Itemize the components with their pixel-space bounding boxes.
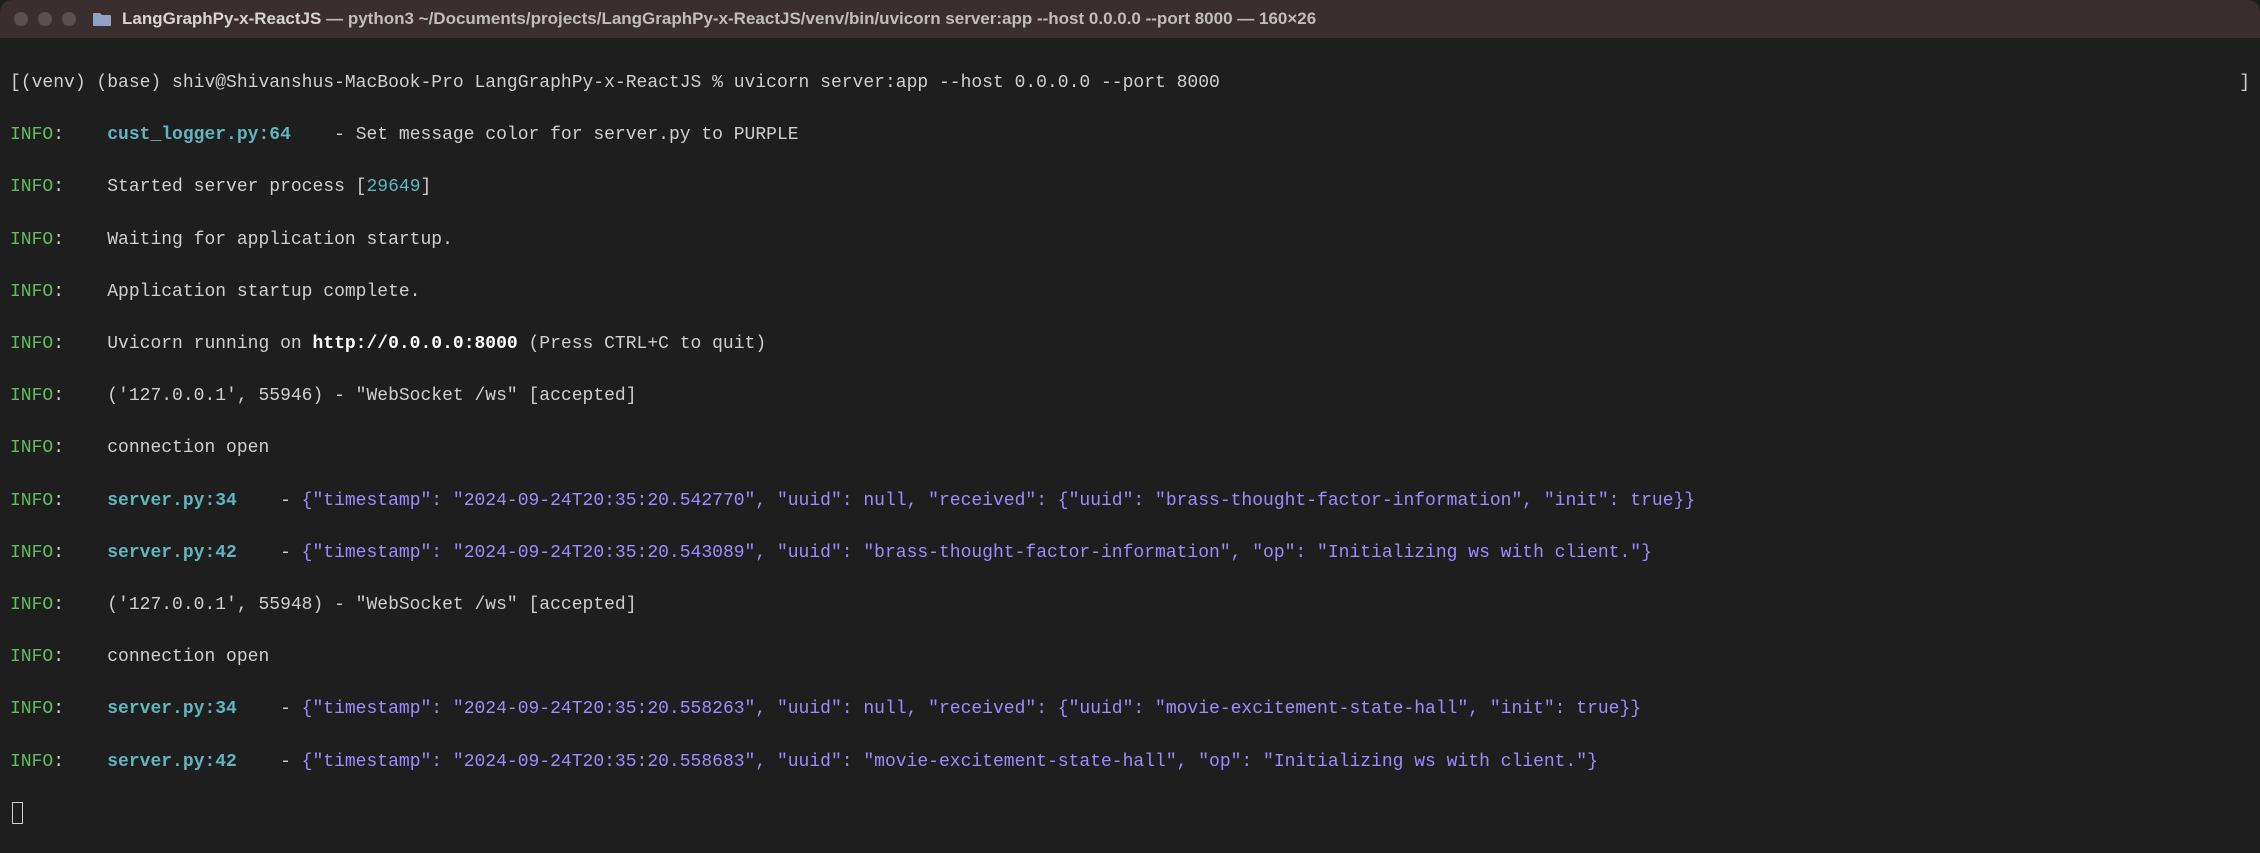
shell-prompt: (venv) (base) shiv@Shivanshus-MacBook-Pr… xyxy=(21,73,734,93)
log-source: server.py:34 xyxy=(107,699,237,719)
title-command: python3 ~/Documents/projects/LangGraphPy… xyxy=(348,9,1233,28)
log-level: INFO xyxy=(10,334,53,354)
folder-icon xyxy=(92,11,112,27)
log-json: {"timestamp": "2024-09-24T20:35:20.55868… xyxy=(302,752,1598,772)
log-json: {"timestamp": "2024-09-24T20:35:20.54308… xyxy=(302,543,1652,563)
log-message: Waiting for application startup. xyxy=(107,230,453,250)
log-message: ('127.0.0.1', 55946) - "WebSocket /ws" [… xyxy=(107,386,636,406)
log-level: INFO xyxy=(10,230,53,250)
log-json: {"timestamp": "2024-09-24T20:35:20.54277… xyxy=(302,491,1695,511)
log-source: server.py:42 xyxy=(107,543,237,563)
log-json: {"timestamp": "2024-09-24T20:35:20.55826… xyxy=(302,699,1641,719)
title-dims: 160×26 xyxy=(1259,9,1316,28)
traffic-lights xyxy=(14,12,76,26)
log-level: INFO xyxy=(10,386,53,406)
log-level: INFO xyxy=(10,125,53,145)
log-line: INFO: Started server process [29649] xyxy=(10,174,2250,200)
log-line: INFO: cust_logger.py:64 - Set message co… xyxy=(10,122,2250,148)
log-level: INFO xyxy=(10,595,53,615)
log-level: INFO xyxy=(10,282,53,302)
prompt-line: [(venv) (base) shiv@Shivanshus-MacBook-P… xyxy=(10,70,2250,96)
log-line: INFO: server.py:42 - {"timestamp": "2024… xyxy=(10,540,2250,566)
log-source: server.py:34 xyxy=(107,491,237,511)
log-message: ('127.0.0.1', 55948) - "WebSocket /ws" [… xyxy=(107,595,636,615)
log-level: INFO xyxy=(10,543,53,563)
log-line: INFO: Waiting for application startup. xyxy=(10,227,2250,253)
cursor-line xyxy=(10,801,2250,827)
window-title: LangGraphPy-x-ReactJS — python3 ~/Docume… xyxy=(122,7,1316,32)
entered-command: uvicorn server:app --host 0.0.0.0 --port… xyxy=(734,73,1220,93)
log-level: INFO xyxy=(10,177,53,197)
zoom-window-button[interactable] xyxy=(62,12,76,26)
log-line: INFO: server.py:34 - {"timestamp": "2024… xyxy=(10,488,2250,514)
log-line: INFO: ('127.0.0.1', 55948) - "WebSocket … xyxy=(10,592,2250,618)
log-level: INFO xyxy=(10,438,53,458)
log-line: INFO: connection open xyxy=(10,435,2250,461)
window-titlebar: LangGraphPy-x-ReactJS — python3 ~/Docume… xyxy=(0,0,2260,38)
log-line: INFO: server.py:34 - {"timestamp": "2024… xyxy=(10,696,2250,722)
log-message: connection open xyxy=(107,647,269,667)
log-source: server.py:42 xyxy=(107,752,237,772)
log-line: INFO: connection open xyxy=(10,644,2250,670)
log-message: Application startup complete. xyxy=(107,282,420,302)
log-level: INFO xyxy=(10,647,53,667)
log-line: INFO: Application startup complete. xyxy=(10,279,2250,305)
terminal-output[interactable]: [(venv) (base) shiv@Shivanshus-MacBook-P… xyxy=(0,38,2260,853)
log-message: Set message color for server.py to PURPL… xyxy=(356,125,799,145)
log-line: INFO: Uvicorn running on http://0.0.0.0:… xyxy=(10,331,2250,357)
close-window-button[interactable] xyxy=(14,12,28,26)
title-folder: LangGraphPy-x-ReactJS xyxy=(122,9,321,28)
log-line: INFO: ('127.0.0.1', 55946) - "WebSocket … xyxy=(10,383,2250,409)
log-line: INFO: server.py:42 - {"timestamp": "2024… xyxy=(10,749,2250,775)
log-level: INFO xyxy=(10,699,53,719)
log-source: cust_logger.py:64 xyxy=(107,125,291,145)
log-message: connection open xyxy=(107,438,269,458)
process-id: 29649 xyxy=(366,177,420,197)
server-url: http://0.0.0.0:8000 xyxy=(312,334,517,354)
log-level: INFO xyxy=(10,491,53,511)
log-level: INFO xyxy=(10,752,53,772)
minimize-window-button[interactable] xyxy=(38,12,52,26)
terminal-cursor xyxy=(12,802,23,824)
